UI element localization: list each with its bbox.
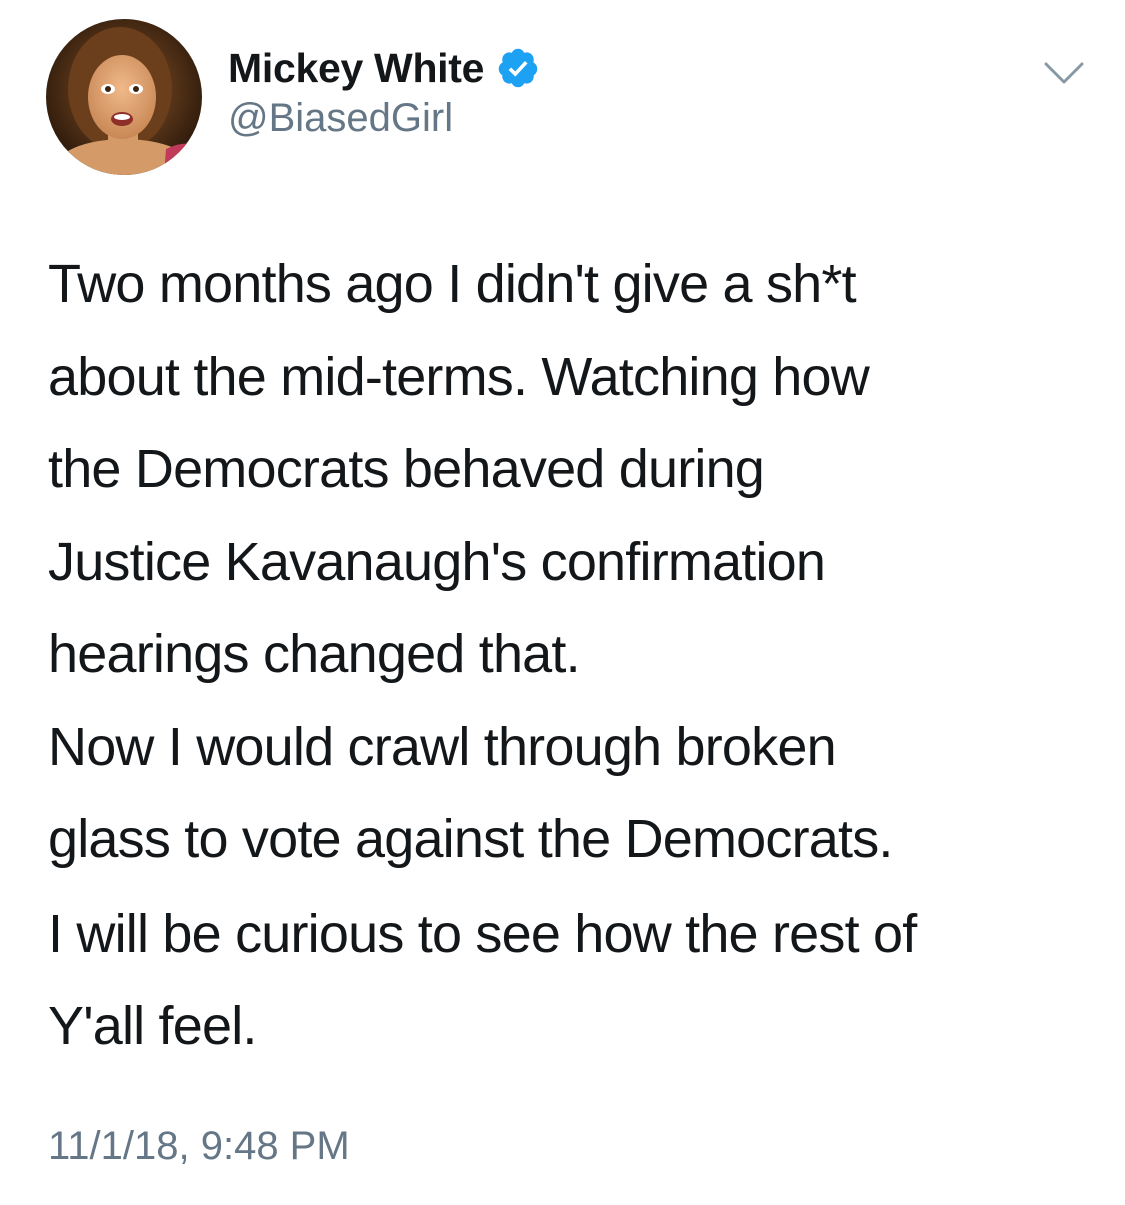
verified-badge-icon — [496, 46, 540, 90]
tweet-line: the Democrats behaved during — [48, 439, 765, 499]
tweet-line: Y'all feel. — [48, 996, 257, 1056]
tweet-menu-button[interactable] — [1042, 58, 1086, 88]
tweet-line: Justice Kavanaugh's confirmation — [48, 531, 826, 592]
tweet-paragraph-1: Two months ago I didn't give a sh*t abou… — [48, 238, 1088, 886]
tweet-line: glass to vote against the Democrats. — [48, 809, 893, 869]
avatar-photo-icon — [46, 19, 202, 175]
tweet-line: about the mid-terms. Watching how — [48, 346, 870, 407]
tweet-line: Now I would crawl through broken — [48, 716, 837, 777]
tweet-timestamp[interactable]: 11/1/18, 9:48 PM — [48, 1124, 350, 1169]
tweet-paragraph-2: I will be curious to see how the rest of… — [48, 888, 1088, 1073]
tweet-line: Two months ago I didn't give a sh*t — [48, 254, 857, 314]
tweet-text: Two months ago I didn't give a sh*t abou… — [48, 238, 1088, 1073]
author-handle[interactable]: @BiasedGirl — [228, 96, 453, 141]
author-name-row[interactable]: Mickey White — [228, 40, 540, 96]
chevron-down-icon — [1044, 62, 1084, 84]
author-display-name[interactable]: Mickey White — [228, 45, 484, 92]
tweet-card: Mickey White @BiasedGirl Two months ago … — [0, 0, 1125, 1205]
tweet-line: hearings changed that. — [48, 624, 581, 684]
author-avatar[interactable] — [46, 19, 202, 175]
tweet-line: I will be curious to see how the rest of — [48, 903, 917, 964]
